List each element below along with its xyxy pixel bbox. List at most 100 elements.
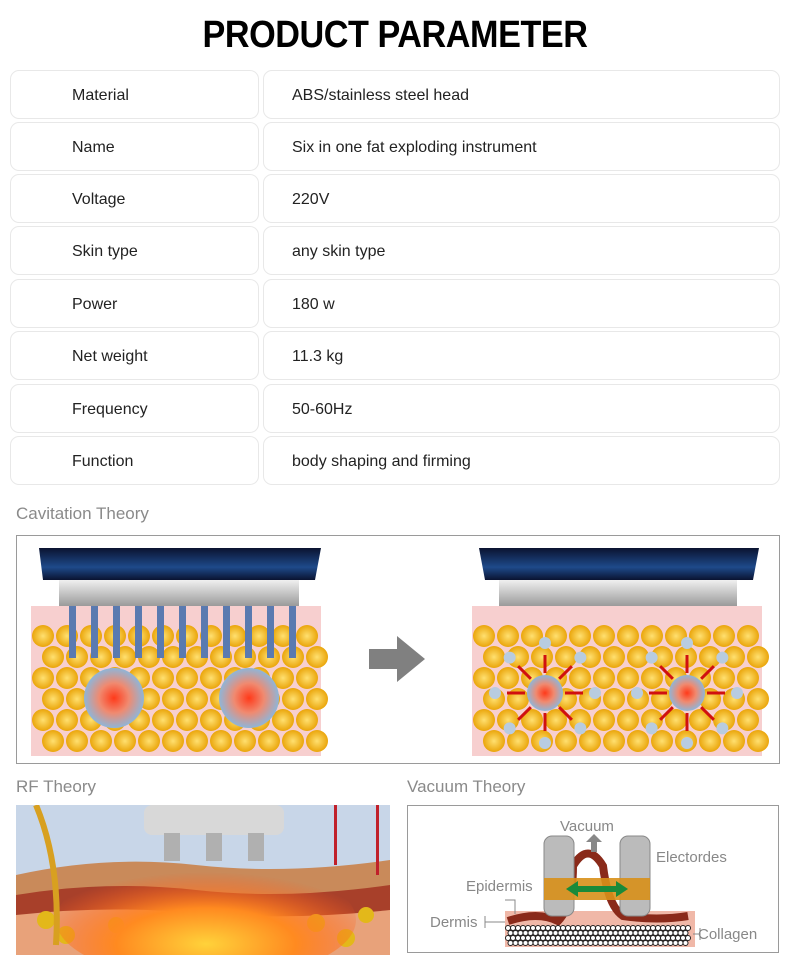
fat-cell-icon <box>90 730 112 752</box>
fat-cell-icon <box>569 625 591 647</box>
bubble-icon <box>84 668 144 728</box>
rf-probe-icon <box>144 805 284 835</box>
fat-cell-icon <box>737 625 759 647</box>
fat-cell-icon <box>296 625 318 647</box>
fat-cell-icon <box>42 646 64 668</box>
cavitation-diagram <box>16 535 780 764</box>
fat-cell-icon <box>699 730 721 752</box>
fat-cell-icon <box>186 730 208 752</box>
parameter-value: any skin type <box>263 226 780 275</box>
fat-cell-icon <box>473 667 495 689</box>
fat-cell-icon <box>737 709 759 731</box>
fat-cell-icon <box>539 737 551 749</box>
parameter-value: body shaping and firming <box>263 436 780 485</box>
fat-cell-icon <box>539 637 551 649</box>
fat-cell-icon <box>258 730 280 752</box>
fat-cell-icon <box>593 667 615 689</box>
fat-cell-icon <box>555 730 577 752</box>
parameter-label: Voltage <box>10 174 259 223</box>
parameter-label: Power <box>10 279 259 328</box>
parameter-row: Material ABS/stainless steel head <box>10 70 780 119</box>
fat-cell-icon <box>731 687 743 699</box>
fat-cell-icon <box>574 651 587 664</box>
fat-cell-icon <box>56 667 78 689</box>
fat-cell-icon <box>716 722 729 735</box>
electrodes-label: Electordes <box>656 849 727 866</box>
fat-cell-icon <box>645 722 658 735</box>
parameter-row: Skin type any skin type <box>10 226 780 275</box>
fat-cell-icon <box>641 667 663 689</box>
fat-cell-icon <box>716 651 729 664</box>
fat-cell-icon <box>603 646 625 668</box>
fat-cell-icon <box>282 688 304 710</box>
fat-cell-icon <box>483 730 505 752</box>
collagen-label: Collagen <box>698 926 757 943</box>
fat-cell-icon <box>473 625 495 647</box>
fat-cell-icon <box>574 722 587 735</box>
fat-cell-icon <box>555 646 577 668</box>
fat-cell-icon <box>723 730 745 752</box>
fat-cell-icon <box>152 667 174 689</box>
fat-cell-icon <box>306 730 328 752</box>
fat-cell-icon <box>593 625 615 647</box>
fat-cell-icon <box>32 709 54 731</box>
fat-cell-icon <box>737 667 759 689</box>
parameter-value: 11.3 kg <box>263 331 780 380</box>
dermis-label: Dermis <box>430 914 478 931</box>
fat-cell-icon <box>152 709 174 731</box>
fat-cell-icon <box>507 688 529 710</box>
arrow-right-icon <box>369 636 425 682</box>
fat-cell-icon <box>66 730 88 752</box>
fat-cell-icon <box>617 625 639 647</box>
fat-cell-icon <box>473 709 495 731</box>
parameter-label: Frequency <box>10 384 259 433</box>
epidermis-label: Epidermis <box>466 878 533 895</box>
fat-cell-icon <box>569 667 591 689</box>
fat-cell-icon <box>589 687 601 699</box>
fat-cell-icon <box>296 667 318 689</box>
fat-cell-icon <box>282 730 304 752</box>
fat-cell-icon <box>593 709 615 731</box>
fat-cell-icon <box>32 625 54 647</box>
fat-cell-icon <box>497 625 519 647</box>
arrow-up-icon <box>586 834 602 852</box>
before-illustration <box>31 548 328 756</box>
fat-cell-icon <box>162 730 184 752</box>
fat-cell-icon <box>617 709 639 731</box>
fat-cell-icon <box>176 667 198 689</box>
fat-cell-icon <box>631 687 643 699</box>
probe-head-icon <box>39 548 321 580</box>
fat-cell-icon <box>306 646 328 668</box>
fat-cell-icon <box>645 651 658 664</box>
fat-cell-icon <box>162 688 184 710</box>
parameter-row: Name Six in one fat exploding instrument <box>10 122 780 171</box>
cavitation-title: Cavitation Theory <box>16 504 149 523</box>
fat-cell-icon <box>747 730 769 752</box>
fat-cell-icon <box>306 688 328 710</box>
parameter-value: ABS/stainless steel head <box>263 70 780 119</box>
fat-cell-icon <box>497 667 519 689</box>
fat-cell-icon <box>603 688 625 710</box>
parameter-label: Material <box>10 70 259 119</box>
fat-cell-icon <box>56 709 78 731</box>
parameter-value: Six in one fat exploding instrument <box>263 122 780 171</box>
parameter-row: Voltage 220V <box>10 174 780 223</box>
parameter-row: Net weight 11.3 kg <box>10 331 780 380</box>
fat-cell-icon <box>641 625 663 647</box>
fat-cell-icon <box>627 730 649 752</box>
parameter-label: Function <box>10 436 259 485</box>
fat-cell-icon <box>176 709 198 731</box>
fat-cell-icon <box>503 651 516 664</box>
parameter-label: Skin type <box>10 226 259 275</box>
fat-cell-icon <box>42 730 64 752</box>
fat-cell-icon <box>531 646 553 668</box>
fat-cell-icon <box>747 688 769 710</box>
fat-cell-icon <box>114 730 136 752</box>
fat-cell-icon <box>483 646 505 668</box>
parameter-row: Power 180 w <box>10 279 780 328</box>
vacuum-label: Vacuum <box>560 818 614 835</box>
fat-cell-icon <box>210 730 232 752</box>
fat-cell-icon <box>138 730 160 752</box>
vacuum-diagram: Vacuum Electordes Epidermis Dermis Colla… <box>407 805 779 953</box>
fat-cell-icon <box>200 667 222 689</box>
